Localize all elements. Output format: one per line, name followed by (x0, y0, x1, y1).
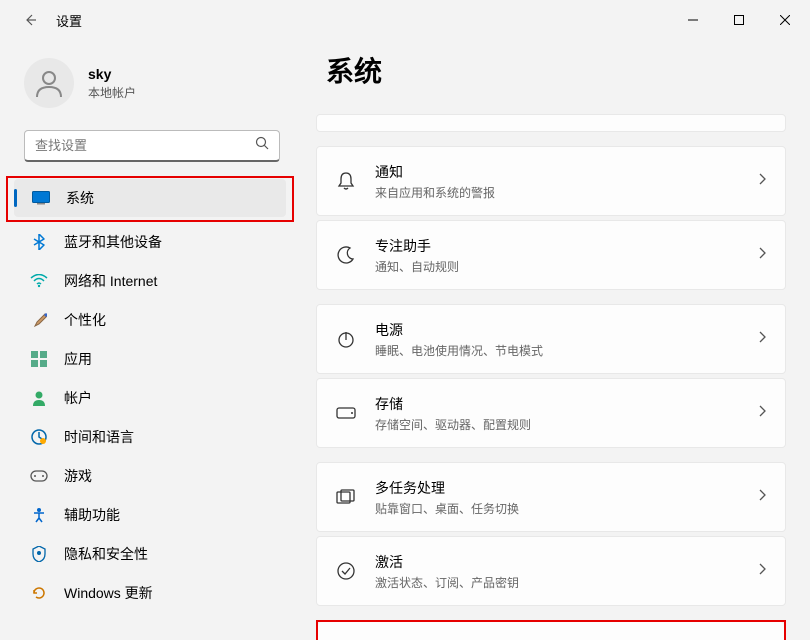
tile-partial-top[interactable] (316, 114, 786, 132)
multitask-icon (335, 489, 357, 505)
tile-title: 激活 (375, 552, 739, 572)
nav-label: 网络和 Internet (64, 271, 157, 291)
apps-icon (30, 350, 48, 368)
globe-clock-icon (30, 428, 48, 446)
tile-title: 专注助手 (375, 236, 739, 256)
user-name: sky (88, 66, 136, 82)
nav-label: 系统 (66, 188, 94, 208)
nav-item-privacy[interactable]: 隐私和安全性 (12, 535, 298, 573)
sidebar: sky 本地帐户 系统 蓝牙和其他设备 (0, 40, 310, 640)
wifi-icon (30, 272, 48, 290)
tile-focus-assist[interactable]: 专注助手 通知、自动规则 (316, 220, 786, 290)
nav-item-gaming[interactable]: 游戏 (12, 457, 298, 495)
maximize-button[interactable] (716, 4, 762, 36)
tile-activation[interactable]: 激活 激活状态、订阅、产品密钥 (316, 536, 786, 606)
main-content: 系统 通知 来自应用和系统的警报 专注助手 通知、自动规则 电源 睡眠、电池 (310, 40, 810, 640)
tile-multitask[interactable]: 多任务处理 贴靠窗口、桌面、任务切换 (316, 462, 786, 532)
brush-icon (30, 311, 48, 329)
tile-subtitle: 贴靠窗口、桌面、任务切换 (375, 500, 739, 517)
tile-notifications[interactable]: 通知 来自应用和系统的警报 (316, 146, 786, 216)
search-input[interactable] (35, 138, 255, 153)
minimize-button[interactable] (670, 4, 716, 36)
nav-item-bluetooth[interactable]: 蓝牙和其他设备 (12, 223, 298, 261)
nav-item-windows-update[interactable]: Windows 更新 (12, 574, 298, 612)
nav-item-time-language[interactable]: 时间和语言 (12, 418, 298, 456)
close-button[interactable] (762, 4, 808, 36)
tile-subtitle: 睡眠、电池使用情况、节电模式 (375, 342, 739, 359)
tile-troubleshoot[interactable]: 疑难解答 建议的疑难解答、首选项和历史 (318, 622, 784, 640)
tile-subtitle: 通知、自动规则 (375, 258, 739, 275)
nav-label: Windows 更新 (64, 583, 153, 603)
search-icon (255, 136, 269, 155)
user-block[interactable]: sky 本地帐户 (6, 50, 310, 126)
tile-storage[interactable]: 存储 存储空间、驱动器、配置规则 (316, 378, 786, 448)
nav-label: 游戏 (64, 466, 92, 486)
chevron-right-icon (757, 404, 767, 423)
nav-label: 辅助功能 (64, 505, 120, 525)
tile-subtitle: 来自应用和系统的警报 (375, 184, 739, 201)
accessibility-icon (30, 506, 48, 524)
chevron-right-icon (757, 488, 767, 507)
nav-item-apps[interactable]: 应用 (12, 340, 298, 378)
nav-item-system[interactable]: 系统 (14, 179, 286, 217)
gamepad-icon (30, 467, 48, 485)
nav-label: 蓝牙和其他设备 (64, 232, 162, 252)
chevron-right-icon (757, 172, 767, 191)
moon-icon (335, 245, 357, 265)
system-icon (32, 189, 50, 207)
nav-list: 系统 蓝牙和其他设备 网络和 Internet 个性化 应用 帐户 (6, 176, 310, 630)
search-box[interactable] (24, 130, 280, 162)
user-subtitle: 本地帐户 (88, 84, 136, 101)
tile-title: 通知 (375, 162, 739, 182)
tile-title: 电源 (375, 320, 739, 340)
nav-item-personalization[interactable]: 个性化 (12, 301, 298, 339)
chevron-right-icon (757, 246, 767, 265)
tile-subtitle: 存储空间、驱动器、配置规则 (375, 416, 739, 433)
power-icon (335, 329, 357, 349)
nav-label: 应用 (64, 349, 92, 369)
chevron-right-icon (757, 562, 767, 581)
nav-label: 隐私和安全性 (64, 544, 148, 564)
tile-title: 多任务处理 (375, 478, 739, 498)
nav-item-accessibility[interactable]: 辅助功能 (12, 496, 298, 534)
tile-power[interactable]: 电源 睡眠、电池使用情况、节电模式 (316, 304, 786, 374)
nav-item-accounts[interactable]: 帐户 (12, 379, 298, 417)
nav-label: 时间和语言 (64, 427, 134, 447)
update-icon (30, 584, 48, 602)
bluetooth-icon (30, 233, 48, 251)
avatar (24, 58, 74, 108)
nav-item-network[interactable]: 网络和 Internet (12, 262, 298, 300)
storage-icon (335, 407, 357, 419)
nav-label: 个性化 (64, 310, 106, 330)
tile-title: 存储 (375, 394, 739, 414)
window-title: 设置 (56, 11, 82, 30)
back-button[interactable] (20, 10, 40, 30)
shield-icon (30, 545, 48, 563)
check-circle-icon (335, 561, 357, 581)
chevron-right-icon (757, 330, 767, 349)
page-title: 系统 (316, 50, 786, 90)
bell-icon (335, 171, 357, 191)
person-icon (30, 389, 48, 407)
nav-label: 帐户 (64, 388, 92, 408)
tile-subtitle: 激活状态、订阅、产品密钥 (375, 574, 739, 591)
